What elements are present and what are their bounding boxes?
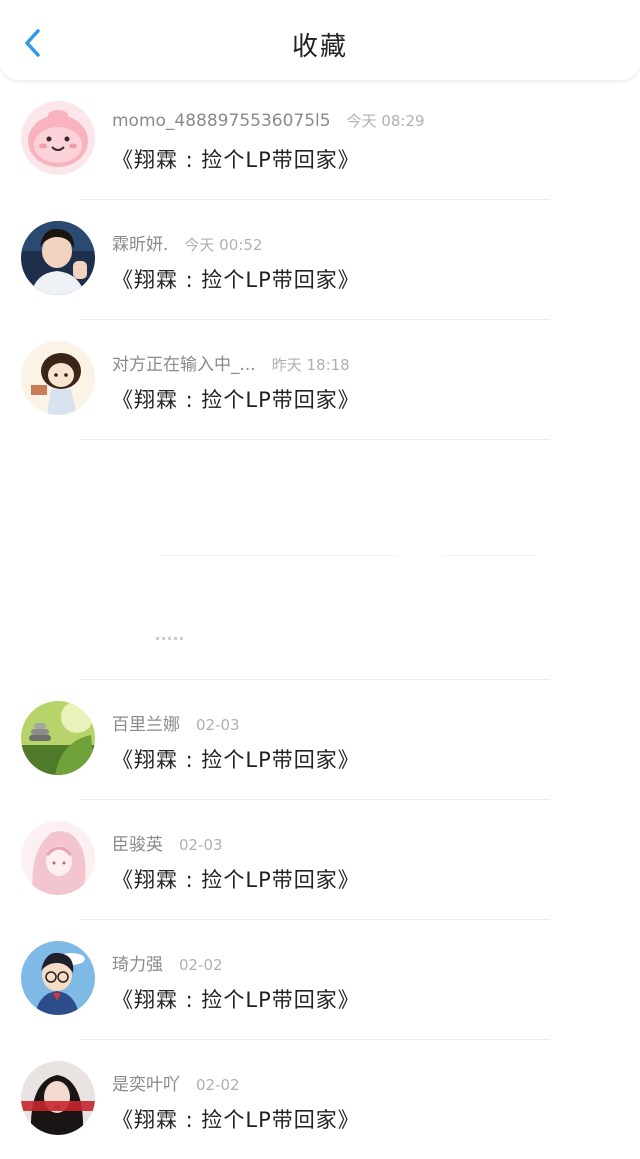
- detective-cartoon-avatar-icon: [21, 941, 95, 1015]
- item-meta: 琦力强 02-02: [112, 950, 223, 975]
- list-item[interactable]: momo_4888975536075l5 今天 08:29 《翔霖 : 捡个LP带…: [0, 80, 640, 200]
- avatar: [21, 341, 95, 415]
- username: 是奕叶吖: [112, 1075, 180, 1095]
- placeholder-mark: [156, 637, 184, 640]
- list-item[interactable]: 霖昕妍. 今天 00:52 《翔霖 : 捡个LP带回家》: [0, 200, 640, 320]
- username: 琦力强: [112, 955, 163, 975]
- empty-placeholder: [0, 440, 640, 680]
- timestamp: 今天 00:52: [184, 236, 263, 254]
- page-title: 收藏: [291, 32, 348, 62]
- timestamp: 02-02: [196, 1076, 240, 1094]
- item-meta: 臣骏英 02-03: [112, 830, 223, 855]
- item-title: 《翔霖 : 捡个LP带回家》: [112, 988, 360, 1012]
- list-item[interactable]: 是奕叶吖 02-02 《翔霖 : 捡个LP带回家》: [0, 1040, 640, 1159]
- avatar: [21, 941, 95, 1015]
- username: momo_4888975536075l5: [112, 111, 331, 131]
- list-item[interactable]: 百里兰娜 02-03 《翔霖 : 捡个LP带回家》: [0, 680, 640, 800]
- username: 霖昕妍.: [112, 235, 169, 255]
- favorites-list: momo_4888975536075l5 今天 08:29 《翔霖 : 捡个LP带…: [0, 80, 640, 1159]
- item-meta: 霖昕妍. 今天 00:52: [112, 230, 262, 255]
- avatar: [21, 1061, 95, 1135]
- item-title: 《翔霖 : 捡个LP带回家》: [112, 268, 360, 292]
- girl-photo-avatar-icon: [21, 1061, 95, 1135]
- timestamp: 02-03: [179, 836, 223, 854]
- favorites-screen: 收藏 momo_4888975536075l5 今天 08:29 《翔霖: 捡…: [0, 0, 640, 1159]
- item-title: 《翔霖 : 捡个LP带回家》: [112, 1108, 360, 1132]
- item-meta: 对方正在输入中_... 昨天 18:18: [112, 350, 350, 375]
- list-item[interactable]: 臣骏英 02-03 《翔霖 : 捡个LP带回家》: [0, 800, 640, 920]
- avatar: [21, 221, 95, 295]
- pink-anime-avatar-icon: [21, 821, 95, 895]
- item-title: 《翔霖 : 捡个LP带回家》: [112, 868, 360, 892]
- username: 臣骏英: [112, 835, 163, 855]
- avatar: [21, 701, 95, 775]
- pink-cartoon-avatar-icon: [21, 101, 95, 175]
- timestamp: 02-03: [196, 716, 240, 734]
- item-meta: momo_4888975536075l5 今天 08:29: [112, 110, 425, 131]
- username: 百里兰娜: [112, 715, 180, 735]
- boy-photo-avatar-icon: [21, 221, 95, 295]
- item-title: 《翔霖 : 捡个LP带回家》: [112, 388, 360, 412]
- anime-girl-avatar-icon: [21, 341, 95, 415]
- list-item[interactable]: 对方正在输入中_... 昨天 18:18 《翔霖 : 捡个LP带回家》: [0, 320, 640, 440]
- timestamp: 今天 08:29: [346, 112, 425, 130]
- avatar: [21, 101, 95, 175]
- item-title: 《翔霖 : 捡个LP带回家》: [112, 148, 360, 172]
- nature-scene-avatar-icon: [21, 701, 95, 775]
- list-item[interactable]: 琦力强 02-02 《翔霖 : 捡个LP带回家》: [0, 920, 640, 1040]
- top-bar: 收藏: [0, 0, 640, 80]
- item-meta: 百里兰娜 02-03: [112, 710, 240, 735]
- username: 对方正在输入中_...: [112, 355, 256, 375]
- timestamp: 昨天 18:18: [271, 356, 350, 374]
- timestamp: 02-02: [179, 956, 223, 974]
- item-title: 《翔霖 : 捡个LP带回家》: [112, 748, 360, 772]
- placeholder-line: [444, 555, 536, 556]
- item-meta: 是奕叶吖 02-02: [112, 1070, 240, 1095]
- avatar: [21, 821, 95, 895]
- placeholder-line: [160, 555, 396, 556]
